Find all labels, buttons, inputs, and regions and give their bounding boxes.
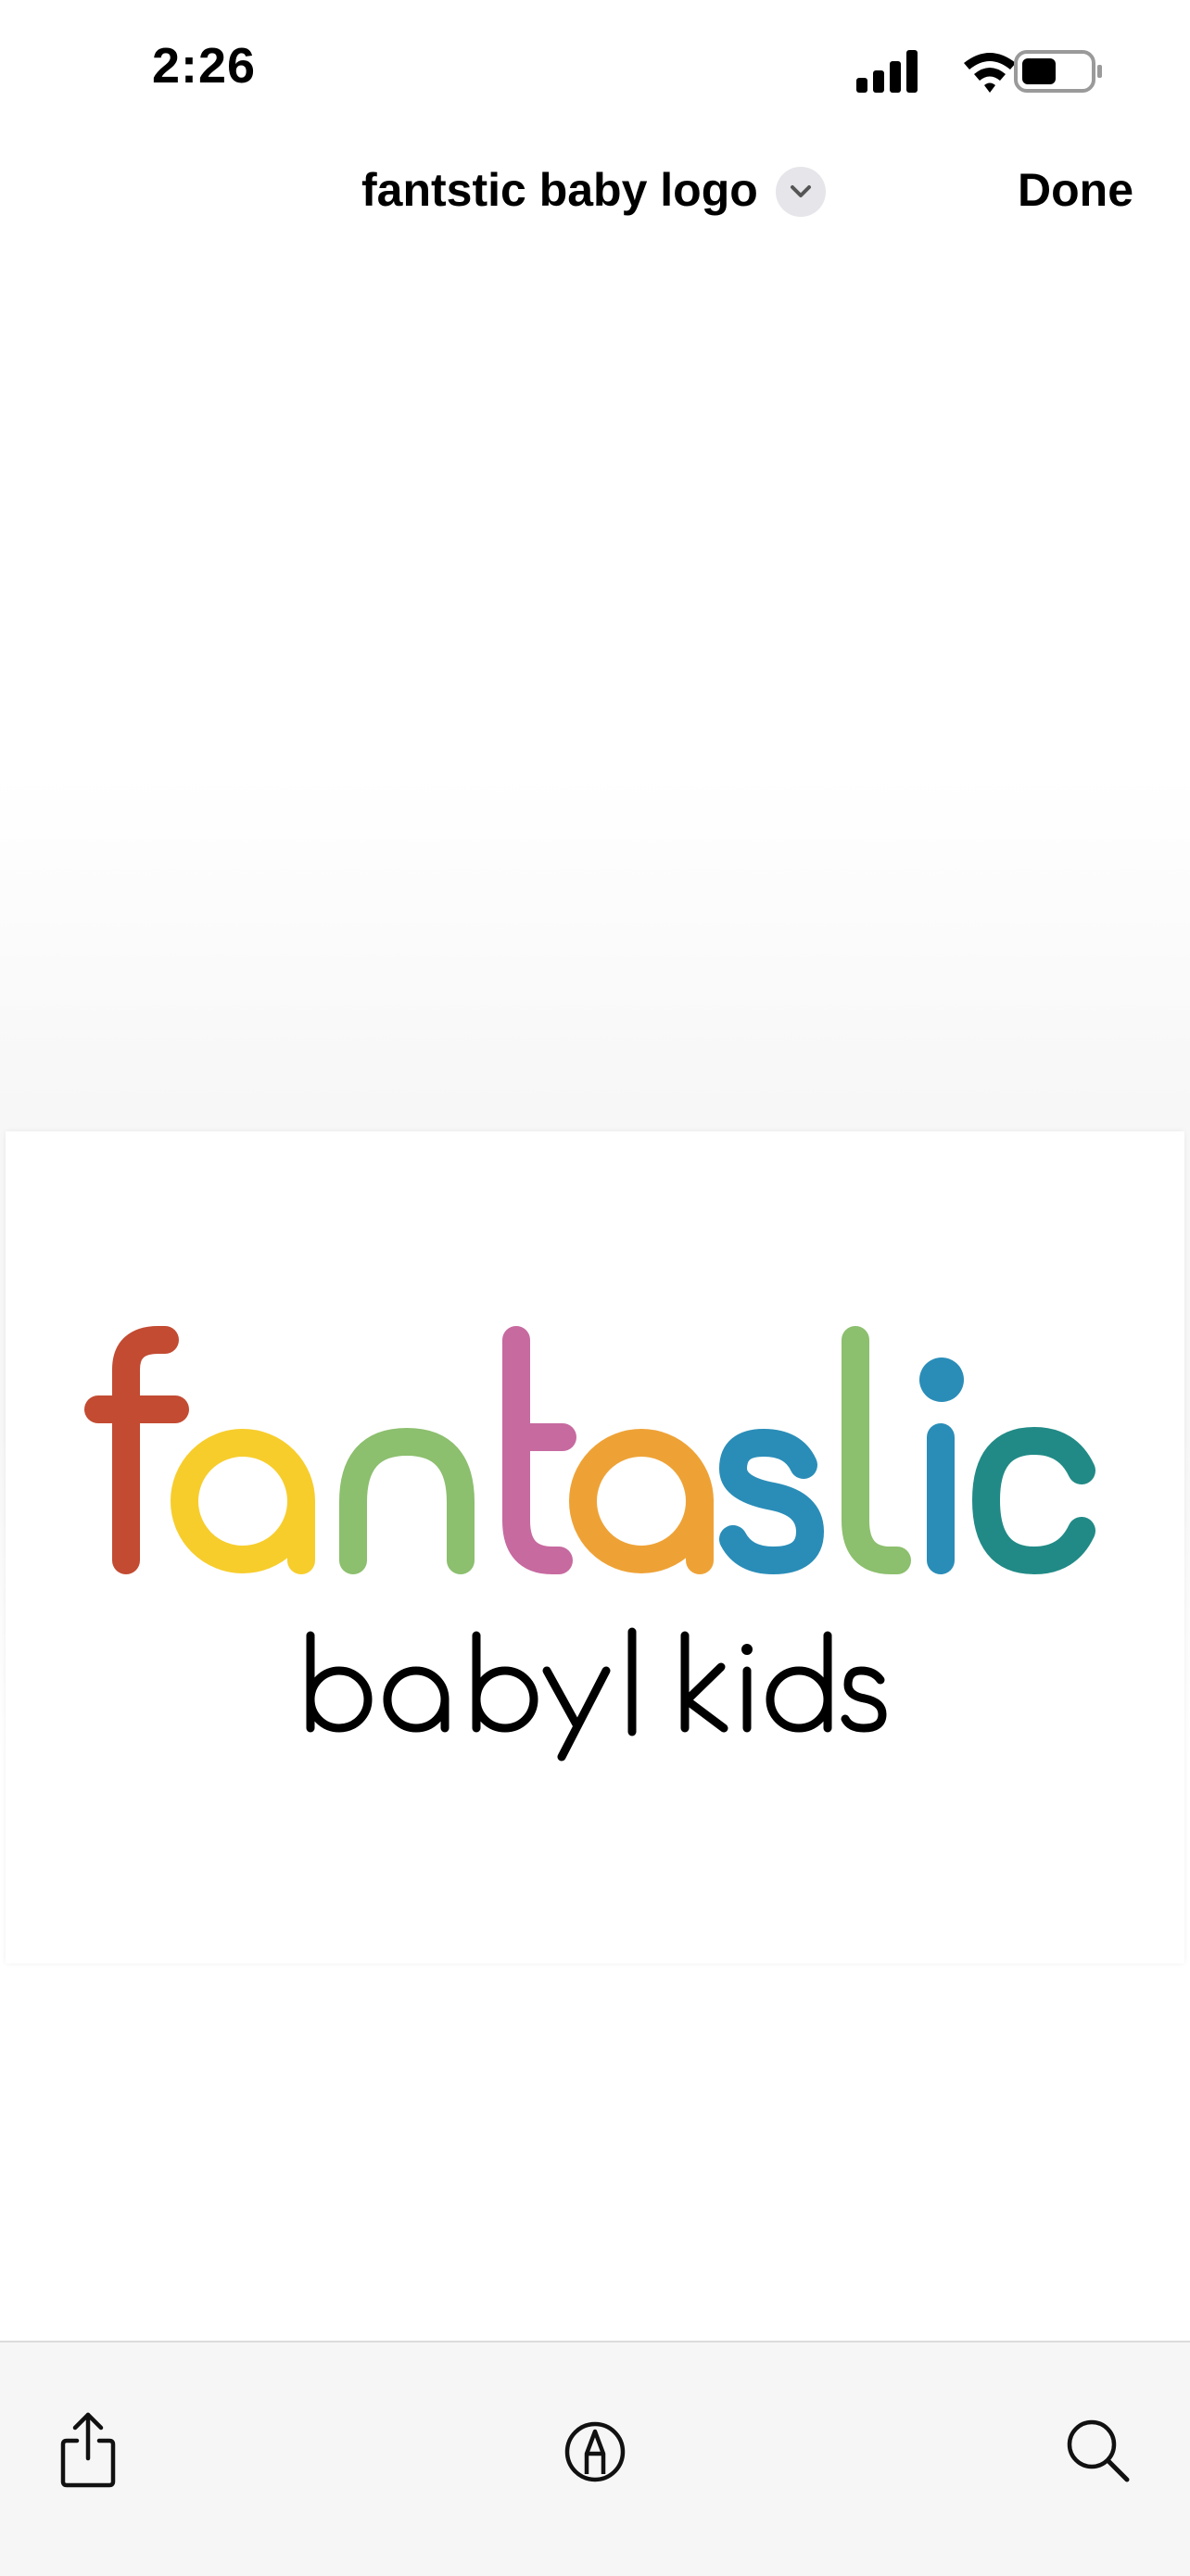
logo-i-dot — [919, 1357, 964, 1402]
cellular-signal-icon — [856, 50, 918, 93]
battery-icon — [1014, 50, 1102, 93]
share-icon — [60, 2412, 116, 2488]
share-button[interactable] — [46, 2407, 130, 2491]
document-title[interactable]: fantstic baby logo — [361, 163, 758, 217]
image-preview — [6, 1131, 1184, 1964]
status-bar: 2:26 — [0, 0, 1190, 130]
chevron-down-icon — [791, 185, 811, 197]
done-button[interactable]: Done — [1018, 163, 1133, 217]
logo-tagline — [306, 1627, 887, 1762]
logo-tagline-i-dot — [741, 1644, 753, 1655]
image-canvas[interactable] — [0, 250, 1190, 2340]
markup-button[interactable] — [553, 2407, 637, 2491]
wifi-icon — [964, 53, 1016, 93]
search-icon — [1067, 2419, 1130, 2482]
markup-icon — [564, 2421, 626, 2482]
bottom-toolbar — [0, 2341, 1190, 2576]
search-button[interactable] — [1057, 2407, 1140, 2491]
fantastic-logo — [84, 1326, 1095, 1762]
status-time: 2:26 — [152, 38, 257, 94]
title-menu-button[interactable] — [776, 167, 826, 217]
status-icons — [856, 50, 1102, 93]
